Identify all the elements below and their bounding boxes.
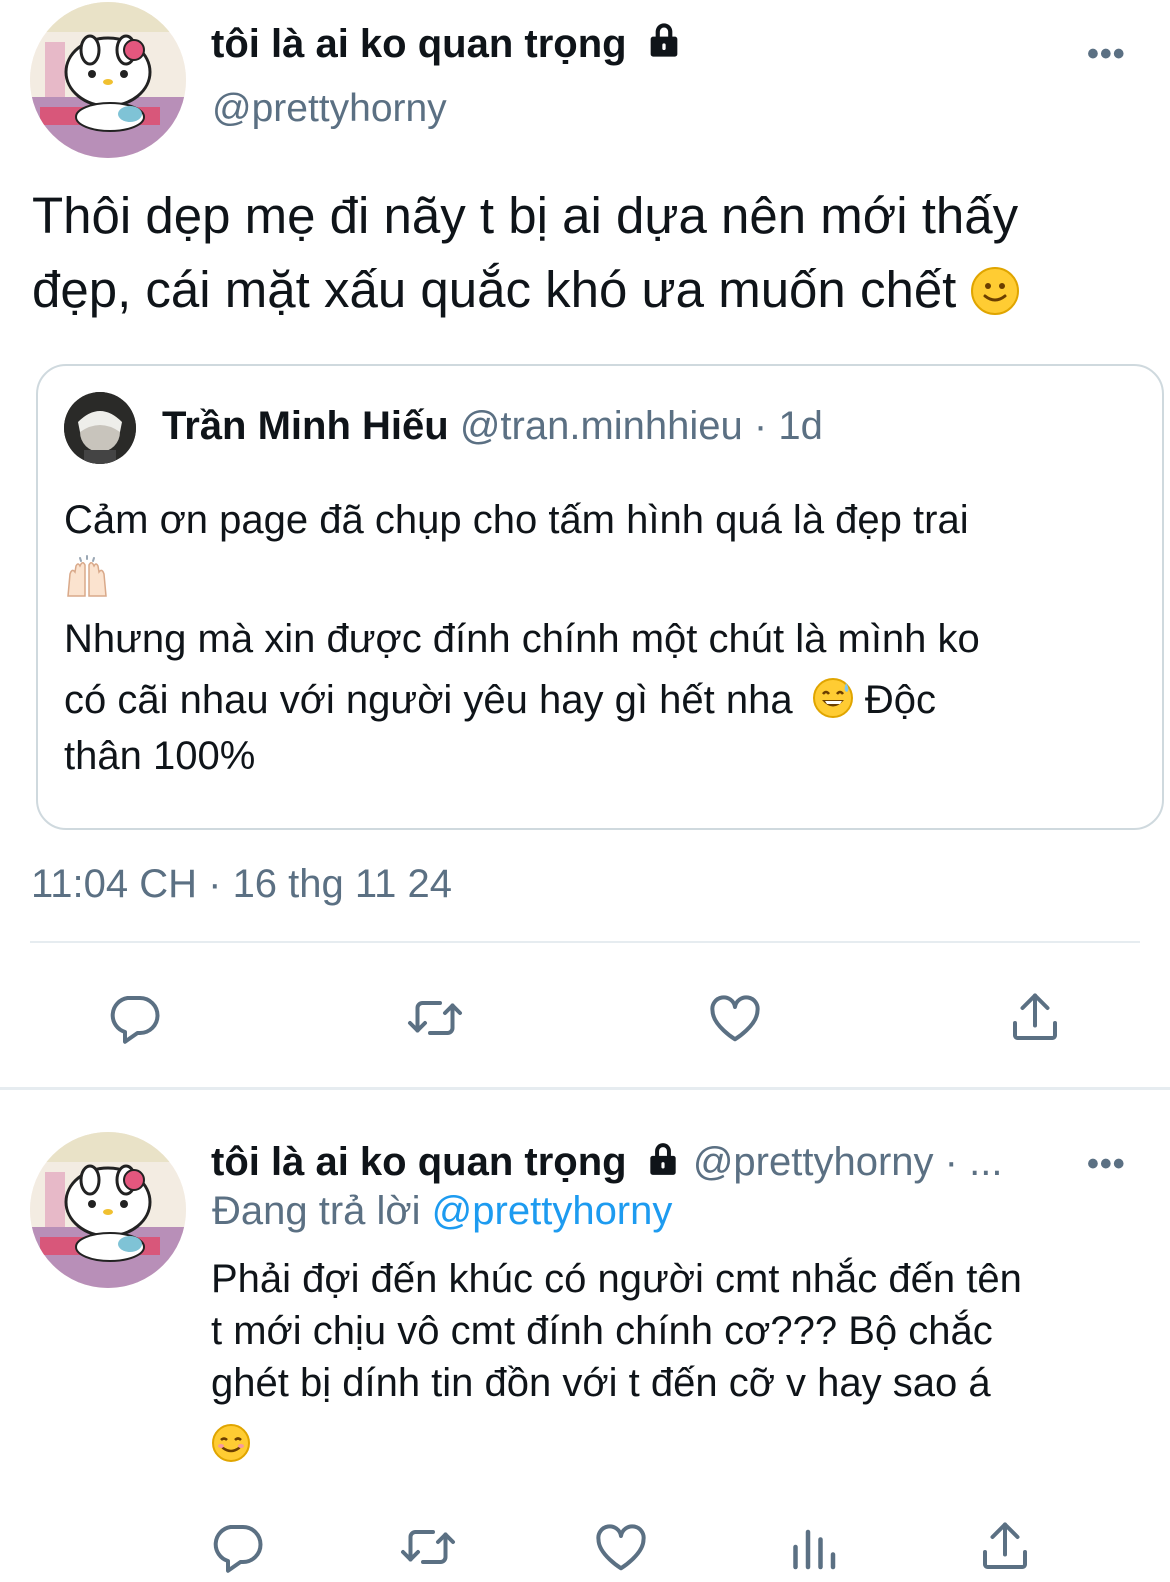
raising-hands-emoji — [64, 548, 1134, 606]
lock-icon — [644, 20, 684, 71]
author-avatar[interactable] — [30, 2, 186, 158]
quote-author-name: Trần Minh Hiếu — [162, 404, 449, 448]
sweat-smile-emoji — [812, 677, 854, 719]
hello-kitty-avatar-image — [30, 1132, 186, 1288]
reply-reply-button[interactable] — [203, 1512, 273, 1582]
reply-author-name[interactable]: tôi là ai ko quan trọng — [211, 1140, 627, 1184]
reply-icon — [213, 1525, 263, 1573]
divider — [30, 941, 1140, 943]
reply-author-handle[interactable]: @prettyhorny — [693, 1140, 934, 1184]
author-name-text: tôi là ai ko quan trọng — [211, 22, 627, 66]
retweet-icon — [401, 1530, 455, 1564]
quote-author-avatar — [64, 392, 136, 464]
analytics-icon — [793, 1529, 836, 1570]
quote-text-line: có cãi nhau với người yêu hay gì hết nha… — [64, 672, 1134, 728]
reply-text-line: ghét bị dính tin đồn với t đến cỡ v hay … — [211, 1361, 991, 1405]
reply-text: Phải đợi đến khúc có người cmt nhắc đến … — [211, 1253, 1131, 1475]
heart-icon — [710, 995, 760, 1042]
replying-to: Đang trả lời @prettyhorny — [212, 1187, 672, 1235]
reply-share-button[interactable] — [970, 1512, 1040, 1582]
reply-retweet-button[interactable] — [393, 1512, 463, 1582]
quote-text-line: Cảm ơn page đã chụp cho tấm hình quá là … — [64, 498, 969, 542]
reply-text-line: t mới chịu vô cmt đính chính cơ??? Bộ ch… — [211, 1309, 993, 1353]
smiling-emoji — [211, 1423, 1131, 1475]
share-button[interactable] — [1000, 983, 1070, 1053]
reply-age: · ... — [944, 1140, 1003, 1184]
quoted-tweet-card[interactable]: Trần Minh Hiếu @tran.minhhieu · 1d Cảm ơ… — [36, 364, 1164, 830]
quote-text: Cảm ơn page đã chụp cho tấm hình quá là … — [64, 492, 1134, 784]
more-options-button[interactable]: ••• — [1087, 35, 1126, 74]
reply-analytics-button[interactable] — [778, 1512, 848, 1582]
reply-like-button[interactable] — [586, 1512, 656, 1582]
quote-header: Trần Minh Hiếu @tran.minhhieu · 1d — [162, 402, 823, 450]
quote-text-line: thân 100% — [64, 734, 256, 778]
tweet-text-line: Thôi dẹp mẹ đi nãy t bị ai dựa nên mới t… — [32, 187, 1019, 244]
tweet-text: Thôi dẹp mẹ đi nãy t bị ai dựa nên mới t… — [32, 179, 1152, 327]
author-handle[interactable]: @prettyhorny — [212, 85, 447, 133]
reply-author-avatar[interactable] — [30, 1132, 186, 1288]
tweet-text-line-content: đẹp, cái mặt xấu quắc khó ưa muốn chết — [32, 261, 957, 318]
section-divider — [0, 1087, 1170, 1090]
author-name[interactable]: tôi là ai ko quan trọng — [211, 20, 684, 71]
reply-text-line: Phải đợi đến khúc có người cmt nhắc đến … — [211, 1257, 1022, 1301]
reply-header: tôi là ai ko quan trọng @prettyhorny · .… — [211, 1138, 1002, 1189]
like-button[interactable] — [700, 983, 770, 1053]
replying-to-link[interactable]: @prettyhorny — [432, 1189, 673, 1233]
slightly-smiling-emoji — [970, 267, 1019, 315]
tweet-text-line: đẹp, cái mặt xấu quắc khó ưa muốn chết — [32, 253, 1152, 327]
quote-author-handle: @tran.minhhieu — [459, 404, 743, 448]
quote-age: · 1d — [753, 404, 823, 448]
share-icon — [983, 1522, 1027, 1569]
hello-kitty-avatar-image — [30, 2, 186, 158]
quote-avatar-image — [64, 392, 136, 464]
tweet-timestamp[interactable]: 11:04 CH · 16 thg 11 24 — [31, 860, 452, 908]
share-icon — [1013, 993, 1057, 1040]
reply-icon — [110, 996, 160, 1044]
retweet-icon — [408, 1001, 462, 1035]
lock-icon — [644, 1140, 682, 1189]
reply-more-options-button[interactable]: ••• — [1087, 1145, 1126, 1184]
quote-text-line-content: có cãi nhau với người yêu hay gì hết nha — [64, 678, 793, 722]
replying-to-label: Đang trả lời — [212, 1189, 421, 1233]
heart-icon — [596, 1524, 646, 1571]
quote-text-line: Nhưng mà xin được đính chính một chút là… — [64, 617, 980, 661]
retweet-button[interactable] — [400, 983, 470, 1053]
reply-button[interactable] — [100, 983, 170, 1053]
quote-text-line-tail: Độc — [864, 678, 936, 722]
